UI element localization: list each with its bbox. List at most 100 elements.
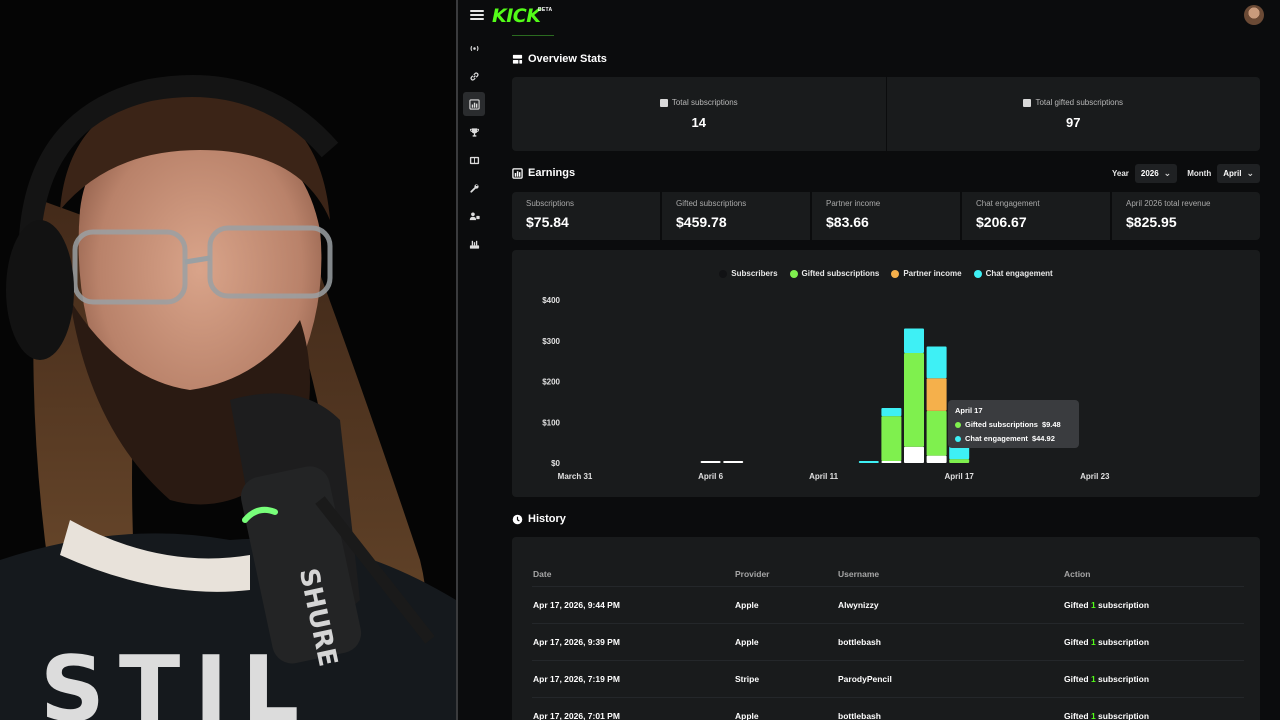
chevron-down-icon: ⌄: [1246, 168, 1254, 178]
year-select[interactable]: 2026 ⌄: [1134, 164, 1178, 183]
earnings-label: Gifted subscriptions: [676, 199, 747, 208]
tooltip-row: Gifted subscriptions $9.48: [955, 420, 1072, 429]
stat-label: Total gifted subscriptions: [1035, 98, 1124, 107]
earnings-label: Partner income: [826, 199, 881, 208]
bar-segment-subscribers: [926, 455, 947, 463]
tools-icon[interactable]: [463, 232, 485, 256]
chart-mini-icon: [659, 98, 668, 107]
year-label: Year: [1111, 169, 1129, 178]
tooltip-label: Gifted subscriptions: [965, 420, 1038, 429]
earnings-chart: Subscribers Gifted subscriptions Partner…: [512, 250, 1260, 497]
hamburger-menu-icon[interactable]: [470, 8, 484, 22]
overview-title: Overview Stats: [528, 53, 607, 65]
x-tick-label: April 6: [698, 472, 723, 481]
bar-segment-chat: [858, 460, 879, 463]
overview-stats-icon: [512, 54, 523, 64]
user-avatar[interactable]: [1244, 5, 1264, 25]
month-select[interactable]: April ⌄: [1217, 164, 1260, 183]
y-tick-label: $400: [542, 296, 560, 305]
link-icon[interactable]: [463, 64, 485, 88]
action-verb: Gifted: [1064, 674, 1089, 684]
stat-value: 14: [691, 115, 706, 130]
earnings-value: $459.78: [676, 214, 727, 230]
chart-mini-icon: [1023, 98, 1032, 107]
earnings-heading: Earnings: [512, 167, 575, 179]
earnings-partner: Partner income $83.66: [812, 192, 960, 240]
y-tick-label: $300: [542, 337, 560, 346]
history-title: History: [528, 513, 566, 525]
row-username[interactable]: Alwynizzy: [838, 600, 879, 610]
table-row: Apr 17, 2026, 7:19 PM Stripe ParodyPenci…: [532, 661, 1244, 698]
action-verb: Gifted: [1064, 637, 1089, 647]
earnings-value: $75.84: [526, 214, 569, 230]
action-noun: subscription: [1098, 674, 1150, 684]
trophy-icon[interactable]: [463, 120, 485, 144]
row-action: Gifted 1 subscription: [1064, 674, 1149, 684]
row-provider: Apple: [735, 600, 759, 610]
broadcast-icon[interactable]: [463, 36, 485, 60]
webcam-feed: STIL SHURE: [0, 0, 456, 720]
earnings-label: Chat engagement: [976, 199, 1040, 208]
tooltip-value: $44.92: [1031, 434, 1055, 443]
earnings-filters: Year 2026 ⌄ Month April ⌄: [1102, 164, 1260, 183]
chart-canvas: $400 $300 $200 $100 $0 March 31 April 6 April 1…: [542, 296, 1110, 481]
year-value: 2026: [1140, 169, 1159, 178]
bar-segment-chat: [926, 346, 947, 379]
action-count: 1: [1090, 674, 1096, 684]
row-provider: Apple: [735, 637, 759, 647]
bar-segment-subscribers: [904, 446, 924, 463]
media-icon[interactable]: [463, 148, 485, 172]
y-tick-label: $100: [542, 418, 560, 427]
action-count: 1: [1090, 711, 1096, 720]
table-header: Date Provider Username Action: [532, 561, 1244, 587]
x-tick-label: April 23: [1080, 472, 1110, 481]
tooltip-label: Chat engagement: [965, 434, 1028, 443]
month-value: April: [1223, 169, 1242, 178]
earnings-chat: Chat engagement $206.67: [962, 192, 1110, 240]
table-row: Apr 17, 2026, 9:44 PM Apple Alwynizzy Gi…: [532, 587, 1244, 624]
row-date: Apr 17, 2026, 9:39 PM: [533, 637, 620, 647]
svg-text:STIL: STIL: [40, 637, 313, 720]
history-table: Date Provider Username Action Apr 17, 20…: [532, 561, 1244, 720]
users-icon[interactable]: [463, 204, 485, 228]
row-provider: Apple: [735, 711, 759, 720]
earnings-value: $825.95: [1126, 214, 1177, 230]
earnings-stats-row: Subscriptions $75.84 Gifted subscriptions…: [512, 192, 1260, 240]
action-noun: subscription: [1098, 600, 1150, 610]
stat-label: Total subscriptions: [671, 98, 738, 107]
column-header-action[interactable]: Action: [1064, 569, 1090, 579]
kick-logo[interactable]: KICK: [492, 5, 541, 27]
wrench-icon[interactable]: [463, 176, 485, 200]
bar-segment-gifted: [881, 416, 902, 461]
overview-heading: Overview Stats: [512, 53, 607, 65]
action-noun: subscription: [1098, 637, 1150, 647]
earnings-label: Subscriptions: [526, 199, 575, 208]
earnings-chart-icon: [512, 167, 523, 179]
kick-dashboard: KICK BETA Overview Stats Total subscript…: [458, 0, 1280, 720]
tab-underline: [512, 35, 554, 36]
row-username[interactable]: bottlebash: [838, 637, 881, 647]
bar-segment-gifted: [926, 410, 947, 456]
analytics-icon[interactable]: [463, 92, 485, 116]
table-row: Apr 17, 2026, 7:01 PM Apple bottlebash G…: [532, 698, 1244, 720]
month-label: Month: [1187, 169, 1212, 178]
column-header-username[interactable]: Username: [838, 569, 879, 579]
row-provider: Stripe: [735, 674, 760, 684]
row-username[interactable]: bottlebash: [838, 711, 881, 720]
action-noun: subscription: [1098, 711, 1150, 720]
bar-segment-subscribers: [700, 460, 721, 463]
y-tick-label: $200: [542, 378, 560, 387]
bar-segment-partner: [926, 378, 947, 411]
chevron-down-icon: ⌄: [1163, 168, 1172, 178]
row-username[interactable]: ParodyPencil: [838, 674, 892, 684]
action-verb: Gifted: [1064, 711, 1089, 720]
stat-value: 97: [1066, 115, 1081, 130]
row-date: Apr 17, 2026, 7:19 PM: [533, 674, 620, 684]
action-count: 1: [1090, 637, 1096, 647]
tooltip-row: Chat engagement $44.92: [955, 434, 1072, 443]
overview-stats-card: Total subscriptions 14 Total gifted subs…: [512, 77, 1260, 151]
total-gifted-subscriptions-stat: Total gifted subscriptions 97: [885, 77, 1261, 151]
earnings-value: $83.66: [826, 214, 869, 230]
column-header-provider[interactable]: Provider: [735, 569, 770, 579]
column-header-date[interactable]: Date: [533, 569, 551, 579]
